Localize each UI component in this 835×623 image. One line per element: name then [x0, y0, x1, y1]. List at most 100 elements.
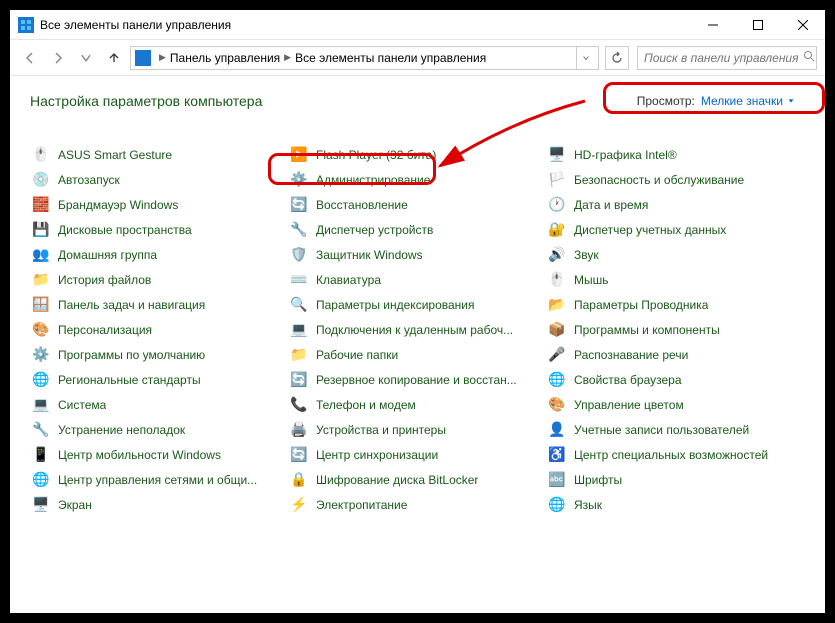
- cp-item-icon: 🌐: [32, 471, 50, 489]
- cp-item-label: Центр мобильности Windows: [58, 448, 221, 462]
- cp-item[interactable]: 📁Рабочие папки: [288, 342, 538, 367]
- cp-item-icon: 🏳️: [548, 171, 566, 189]
- cp-item[interactable]: 🕐Дата и время: [546, 192, 796, 217]
- cp-item-icon: 🔤: [548, 471, 566, 489]
- cp-item[interactable]: 🔧Устранение неполадок: [30, 417, 280, 442]
- cp-item[interactable]: 💿Автозапуск: [30, 167, 280, 192]
- minimize-button[interactable]: [690, 10, 735, 40]
- breadcrumb-part-1[interactable]: Панель управления: [170, 51, 280, 65]
- cp-item-icon: ⌨️: [290, 271, 308, 289]
- cp-item[interactable]: 🎤Распознавание речи: [546, 342, 796, 367]
- back-button[interactable]: [18, 46, 42, 70]
- cp-item[interactable]: 💾Дисковые пространства: [30, 217, 280, 242]
- up-button[interactable]: [102, 46, 126, 70]
- cp-item-label: Центр управления сетями и общи...: [58, 473, 257, 487]
- cp-item[interactable]: 🔤Шрифты: [546, 467, 796, 492]
- cp-item[interactable]: 🖱️ASUS Smart Gesture: [30, 142, 280, 167]
- cp-item-icon: 🌐: [32, 371, 50, 389]
- cp-item-label: Персонализация: [58, 323, 152, 337]
- cp-item[interactable]: 🔒 Шифрование диска BitLocker: [288, 467, 538, 492]
- search-input[interactable]: [642, 50, 803, 66]
- cp-item[interactable]: 📱 Центр мобильности Windows: [30, 442, 280, 467]
- cp-item-label: Учетные записи пользователей: [574, 423, 749, 437]
- cp-item[interactable]: 👥Домашняя группа: [30, 242, 280, 267]
- cp-item[interactable]: 🎨Управление цветом: [546, 392, 796, 417]
- search-box[interactable]: [637, 46, 817, 70]
- cp-item-label: Звук: [574, 248, 599, 262]
- cp-item[interactable]: 🖨️Устройства и принтеры: [288, 417, 538, 442]
- cp-item-icon: 🖨️: [290, 421, 308, 439]
- cp-item[interactable]: 📂Параметры Проводника: [546, 292, 796, 317]
- breadcrumb-part-2[interactable]: Все элементы панели управления: [295, 51, 486, 65]
- recent-dropdown[interactable]: [74, 46, 98, 70]
- cp-item-icon: 👤: [548, 421, 566, 439]
- cp-item[interactable]: 🧱Брандмауэр Windows: [30, 192, 280, 217]
- cp-item[interactable]: 🪟Панель задач и навигация: [30, 292, 280, 317]
- window-title: Все элементы панели управления: [40, 18, 690, 32]
- cp-item[interactable]: 🔧Диспетчер устройств: [288, 217, 538, 242]
- cp-item-label: Восстановление: [316, 198, 408, 212]
- cp-item[interactable]: 💻Подключения к удаленным рабоч...: [288, 317, 538, 342]
- cp-item[interactable]: ⚙️Администрирование: [288, 167, 538, 192]
- cp-item-icon: 🎤: [548, 346, 566, 364]
- cp-item-label: История файлов: [58, 273, 151, 287]
- cp-item[interactable]: 🔄 Резервное копирование и восстан...: [288, 367, 538, 392]
- refresh-button[interactable]: [605, 46, 629, 70]
- cp-item-label: Параметры индексирования: [316, 298, 474, 312]
- cp-item[interactable]: 🖱️Мышь: [546, 267, 796, 292]
- cp-item-icon: 📞: [290, 396, 308, 414]
- view-selector: Просмотр: Мелкие значки: [627, 90, 805, 112]
- cp-item[interactable]: 🌐Региональные стандарты: [30, 367, 280, 392]
- cp-item[interactable]: 💻Система: [30, 392, 280, 417]
- cp-item[interactable]: 📞Телефон и модем: [288, 392, 538, 417]
- cp-item[interactable]: ♿Центр специальных возможностей: [546, 442, 796, 467]
- cp-item-icon: 🛡️: [290, 246, 308, 264]
- cp-item[interactable]: 🔄Восстановление: [288, 192, 538, 217]
- cp-item[interactable]: 🔍Параметры индексирования: [288, 292, 538, 317]
- cp-item[interactable]: 📦Программы и компоненты: [546, 317, 796, 342]
- cp-item[interactable]: 🔐Диспетчер учетных данных: [546, 217, 796, 242]
- chevron-right-icon[interactable]: ▶: [284, 52, 291, 63]
- close-button[interactable]: [780, 10, 825, 40]
- cp-item-icon: 🔄: [290, 371, 308, 389]
- cp-item[interactable]: 🌐Свойства браузера: [546, 367, 796, 392]
- cp-item-label: Программы по умолчанию: [58, 348, 205, 362]
- window-icon: [18, 17, 34, 33]
- cp-item[interactable]: 🔄Центр синхронизации: [288, 442, 538, 467]
- cp-item[interactable]: 🔊 Звук: [546, 242, 796, 267]
- cp-item-icon: 💿: [32, 171, 50, 189]
- cp-item[interactable]: ▶️Flash Player (32 бита): [288, 142, 538, 167]
- cp-item-label: Шифрование диска BitLocker: [316, 473, 478, 487]
- chevron-right-icon[interactable]: ▶: [159, 52, 166, 63]
- cp-item-icon: 💻: [32, 396, 50, 414]
- content-header: Настройка параметров компьютера Просмотр…: [30, 90, 805, 112]
- cp-item-icon: 🔒: [290, 471, 308, 489]
- cp-item-label: Брандмауэр Windows: [58, 198, 178, 212]
- cp-item-icon: 📱: [32, 446, 50, 464]
- cp-item-label: Резервное копирование и восстан...: [316, 373, 517, 387]
- breadcrumb[interactable]: ▶ Панель управления ▶ Все элементы панел…: [130, 46, 599, 70]
- cp-item-label: Экран: [58, 498, 92, 512]
- cp-item[interactable]: 📁История файлов: [30, 267, 280, 292]
- cp-item[interactable]: ⚙️Программы по умолчанию: [30, 342, 280, 367]
- breadcrumb-dropdown[interactable]: [576, 47, 594, 69]
- cp-item[interactable]: 🎨Персонализация: [30, 317, 280, 342]
- cp-item[interactable]: 🖥️HD-графика Intel®: [546, 142, 796, 167]
- maximize-button[interactable]: [735, 10, 780, 40]
- cp-item-label: Администрирование: [316, 173, 430, 187]
- cp-item-icon: 🔧: [290, 221, 308, 239]
- forward-button[interactable]: [46, 46, 70, 70]
- cp-item[interactable]: 🛡️Защитник Windows: [288, 242, 538, 267]
- cp-item[interactable]: 🌐Язык: [546, 492, 796, 517]
- cp-item[interactable]: 🌐 Центр управления сетями и общи...: [30, 467, 280, 492]
- cp-item[interactable]: 🖥️Экран: [30, 492, 280, 517]
- cp-item[interactable]: ⌨️Клавиатура: [288, 267, 538, 292]
- cp-item-label: Безопасность и обслуживание: [574, 173, 744, 187]
- cp-item[interactable]: ⚡Электропитание: [288, 492, 538, 517]
- cp-item-icon: 🔊: [548, 246, 566, 264]
- view-value-dropdown[interactable]: Мелкие значки: [701, 94, 795, 108]
- navbar: ▶ Панель управления ▶ Все элементы панел…: [10, 40, 825, 76]
- search-icon[interactable]: [803, 50, 815, 65]
- cp-item[interactable]: 👤 Учетные записи пользователей: [546, 417, 796, 442]
- cp-item[interactable]: 🏳️ Безопасность и обслуживание: [546, 167, 796, 192]
